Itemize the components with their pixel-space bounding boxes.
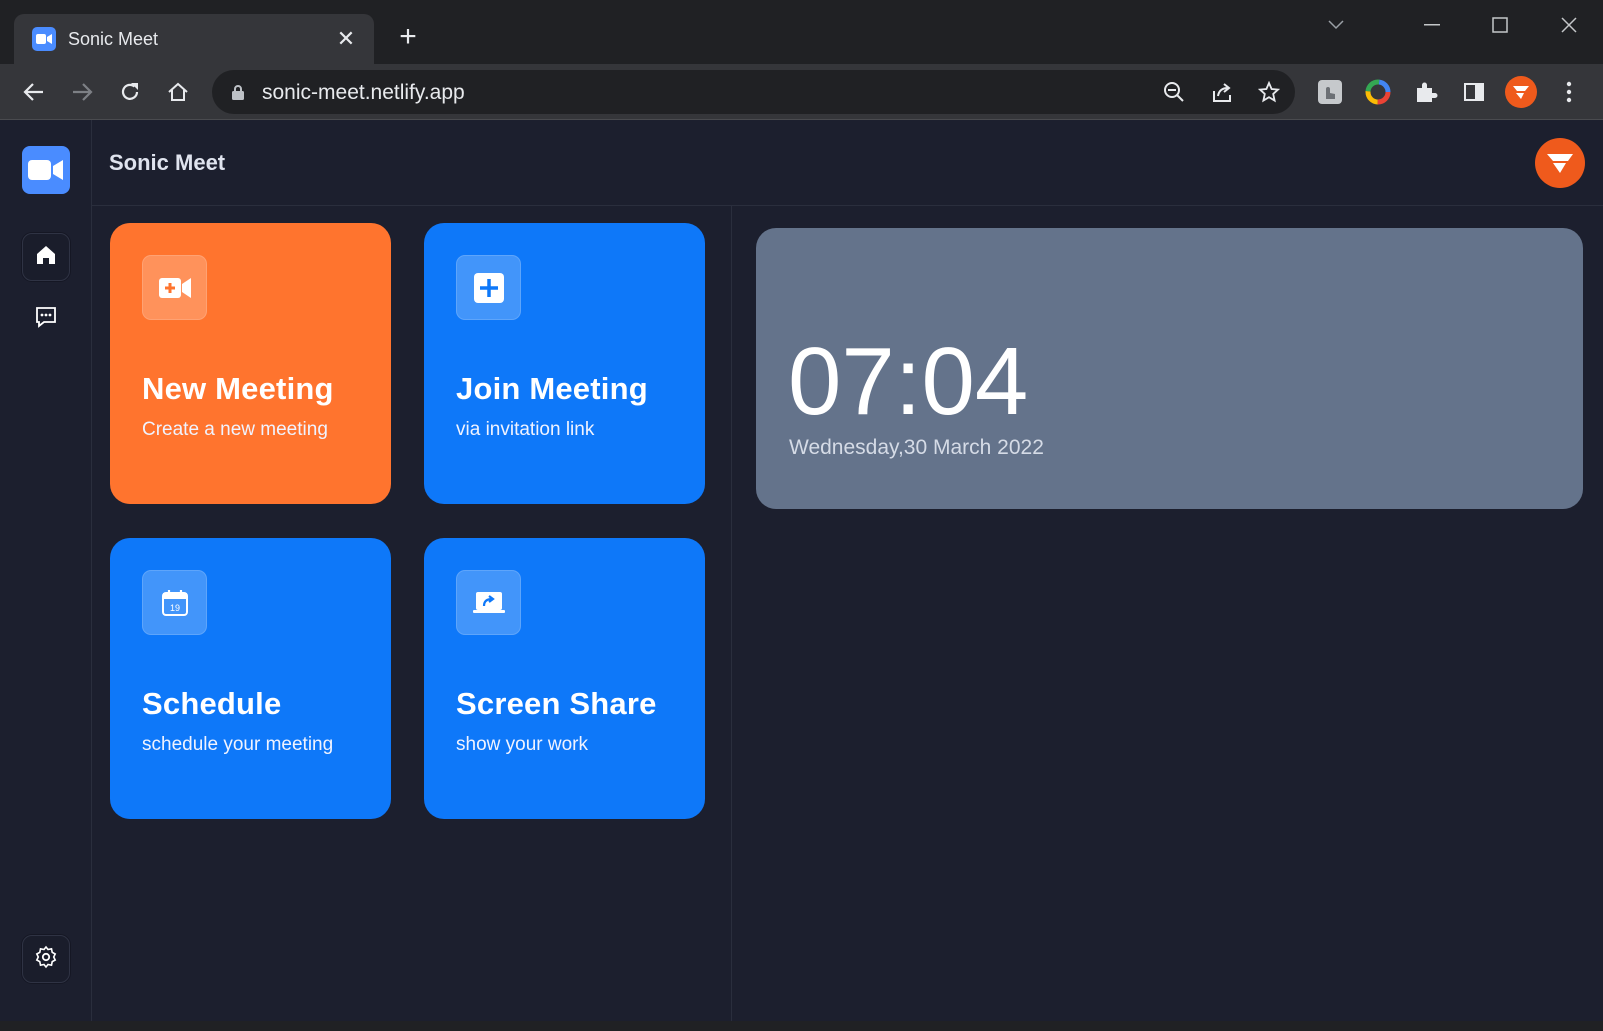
video-camera-icon — [32, 27, 56, 51]
clock-date: Wednesday,30 March 2022 — [789, 436, 1044, 459]
calendar-day: 19 — [169, 603, 179, 613]
maximize-icon[interactable] — [1480, 10, 1520, 40]
puzzle-icon[interactable] — [1410, 76, 1442, 108]
sidebar-item-home[interactable] — [22, 233, 70, 281]
sidebar-item-settings[interactable] — [22, 935, 70, 983]
star-icon[interactable] — [1255, 78, 1283, 106]
card-title: Screen Share — [456, 686, 657, 721]
join-meeting-card[interactable]: Join Meeting via invitation link — [424, 223, 705, 504]
browser-toolbar: sonic-meet.netlify.app — [0, 64, 1603, 120]
calendar-icon: 19 — [142, 570, 207, 635]
home-icon — [35, 244, 57, 271]
screen-share-icon — [456, 570, 521, 635]
card-title: New Meeting — [142, 371, 334, 406]
card-subtitle: schedule your meeting — [142, 734, 334, 755]
new-meeting-card[interactable]: New Meeting Create a new meeting — [110, 223, 391, 504]
share-icon[interactable] — [1208, 78, 1236, 106]
clock-card: 07:04 Wednesday,30 March 2022 — [756, 228, 1583, 509]
browser-tabstrip: Sonic Meet ✕ + — [0, 0, 1603, 64]
sidebar — [0, 120, 92, 1021]
clock-time: 07:04 — [788, 328, 1029, 435]
sidebar-item-chat[interactable] — [22, 295, 70, 343]
card-title: Join Meeting — [456, 371, 648, 406]
close-tab-icon[interactable]: ✕ — [332, 25, 360, 53]
tab-title: Sonic Meet — [68, 28, 159, 49]
url-text: sonic-meet.netlify.app — [262, 81, 465, 104]
video-add-icon — [142, 255, 207, 320]
zoom-out-icon[interactable] — [1160, 78, 1188, 106]
card-subtitle: via invitation link — [456, 419, 595, 440]
extension-icon[interactable] — [1314, 76, 1346, 108]
avatar[interactable] — [1535, 138, 1585, 188]
content-divider — [731, 206, 732, 1021]
page-title: Sonic Meet — [109, 150, 226, 175]
home-icon[interactable] — [160, 74, 196, 110]
tab-search-icon[interactable] — [1316, 10, 1356, 40]
card-subtitle: Create a new meeting — [142, 419, 328, 440]
profile-icon[interactable] — [1505, 76, 1537, 108]
back-icon[interactable] — [16, 74, 52, 110]
schedule-card[interactable]: 19 Schedule schedule your meeting — [110, 538, 391, 819]
screen-share-card[interactable]: Screen Share show your work — [424, 538, 705, 819]
app-root: Sonic Meet New Meeting Create a new meet… — [0, 120, 1603, 1021]
minimize-icon[interactable] — [1412, 10, 1452, 40]
logo-icon[interactable] — [22, 146, 70, 194]
forward-icon[interactable] — [64, 74, 100, 110]
plus-box-icon — [456, 255, 521, 320]
chat-icon — [34, 305, 58, 334]
menu-icon[interactable] — [1553, 76, 1585, 108]
settings-icon — [34, 945, 58, 974]
window-bottom-edge — [0, 1021, 1603, 1031]
card-title: Schedule — [142, 686, 282, 721]
color-picker-icon[interactable] — [1362, 76, 1394, 108]
reload-icon[interactable] — [112, 74, 148, 110]
side-panel-icon[interactable] — [1458, 76, 1490, 108]
lock-icon[interactable] — [224, 78, 252, 106]
close-window-icon[interactable] — [1549, 10, 1589, 40]
new-tab-button[interactable]: + — [392, 22, 424, 54]
app-header: Sonic Meet — [92, 120, 1603, 206]
address-bar[interactable]: sonic-meet.netlify.app — [212, 70, 1295, 114]
browser-tab[interactable]: Sonic Meet ✕ — [14, 14, 374, 64]
card-subtitle: show your work — [456, 734, 588, 755]
